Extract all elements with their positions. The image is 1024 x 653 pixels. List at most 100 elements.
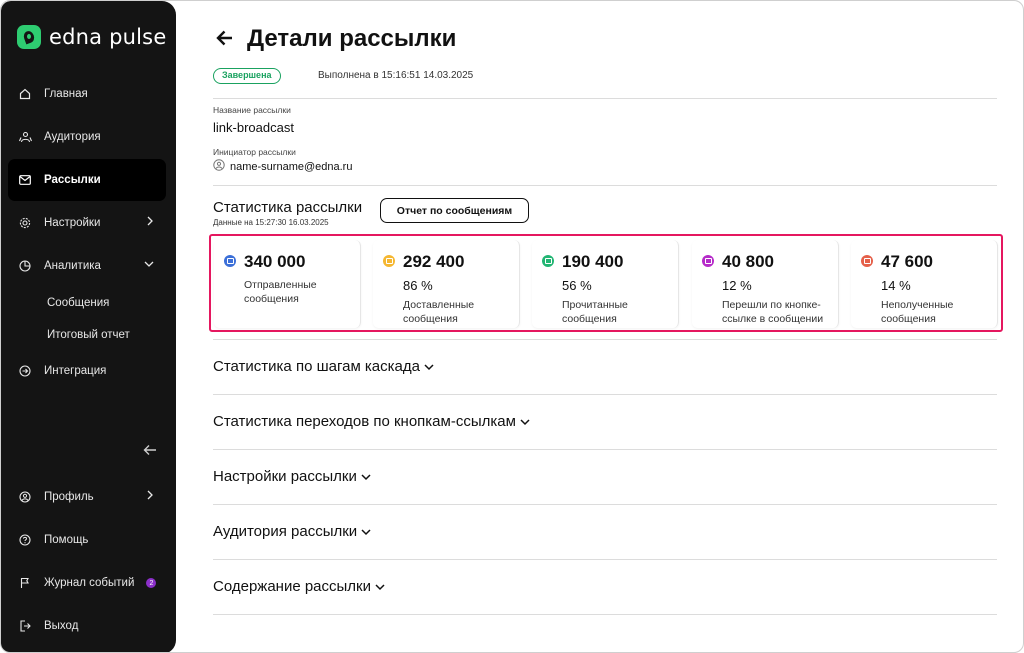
sidebar-item-label: Аналитика — [44, 260, 101, 272]
sidebar-item-broadcasts[interactable]: Рассылки — [8, 159, 166, 201]
stats-title: Статистика рассылки — [213, 199, 363, 216]
divider — [213, 185, 997, 186]
flag-icon — [18, 576, 32, 590]
gear-icon — [18, 216, 32, 230]
user-icon — [18, 490, 32, 504]
sidebar-item-label: Интеграция — [44, 365, 107, 377]
accordion-broadcast-content[interactable]: Содержание рассылки — [213, 578, 385, 595]
broadcast-name-label: Название рассылки — [213, 105, 291, 115]
external-link-icon — [702, 255, 714, 267]
collapse-sidebar-icon[interactable] — [143, 443, 157, 461]
messages-report-button[interactable]: Отчет по сообщениям — [380, 198, 529, 223]
help-icon — [18, 533, 32, 547]
sidebar-item-label: Главная — [44, 88, 88, 100]
stat-card-clicked: 40 800 12 % Перешли по кнопке-ссылке в с… — [692, 240, 839, 328]
sidebar-item-label: Журнал событий — [44, 577, 135, 589]
chevron-down-icon — [520, 413, 530, 430]
chevron-right-icon — [146, 490, 154, 503]
stat-label: Прочитанные сообщения — [562, 299, 628, 325]
accordion-title: Настройки рассылки — [213, 468, 357, 485]
stat-value: 190 400 — [562, 252, 624, 271]
accordion-broadcast-settings[interactable]: Настройки рассылки — [213, 468, 371, 485]
initiator-email: name-surname@edna.ru — [230, 160, 353, 173]
logout-icon — [18, 619, 32, 633]
stat-label: Неполученные сообщения — [881, 299, 954, 325]
sidebar-item-event-log[interactable]: Журнал событий 2 — [8, 562, 166, 604]
stat-value: 47 600 — [881, 252, 933, 271]
stat-card-read: 190 400 56 % Прочитанные сообщения — [532, 240, 679, 328]
stat-card-sent: 340 000 Отправленные сообщения — [214, 240, 361, 328]
status-badge: Завершена — [213, 68, 281, 84]
stat-percent: 14 % — [881, 278, 911, 293]
sidebar-item-settings[interactable]: Настройки — [8, 202, 166, 244]
divider — [213, 394, 997, 395]
user-avatar-icon — [213, 159, 225, 174]
divider — [213, 98, 997, 99]
sidebar-item-label: Выход — [44, 620, 79, 632]
chart-pie-icon — [18, 259, 32, 273]
stat-label: Отправленные сообщения — [244, 279, 317, 305]
sidebar-item-analytics[interactable]: Аналитика — [8, 245, 166, 287]
sidebar-item-profile[interactable]: Профиль — [8, 476, 166, 518]
accordion-broadcast-audience[interactable]: Аудитория рассылки — [213, 523, 371, 540]
execution-time: Выполнена в 15:16:51 14.03.2025 — [318, 70, 474, 81]
mail-icon — [224, 255, 236, 267]
stats-timestamp: Данные на 15:27:30 16.03.2025 — [213, 218, 329, 227]
divider — [213, 449, 997, 450]
stat-value: 292 400 — [403, 252, 465, 271]
logo-icon — [17, 25, 41, 49]
accordion-button-links-stats[interactable]: Статистика переходов по кнопкам-ссылкам — [213, 413, 530, 430]
mail-alert-icon — [861, 255, 873, 267]
logo[interactable]: edna pulse — [17, 25, 166, 49]
accordion-title: Статистика по шагам каскада — [213, 358, 420, 375]
sidebar-item-label: Рассылки — [44, 174, 101, 186]
sidebar-item-logout[interactable]: Выход — [8, 605, 166, 647]
sidebar: edna pulse Главная Аудитория Рассылки На — [1, 1, 176, 652]
accordion-cascade-stats[interactable]: Статистика по шагам каскада — [213, 358, 434, 375]
initiator-label: Инициатор рассылки — [213, 147, 296, 157]
broadcast-name-value: link-broadcast — [213, 120, 294, 135]
chat-icon — [542, 255, 554, 267]
sidebar-subitem-messages[interactable]: Сообщения — [47, 297, 109, 309]
stat-percent: 86 % — [403, 278, 433, 293]
logo-text: edna pulse — [49, 25, 167, 49]
app-window: edna pulse Главная Аудитория Рассылки На — [0, 0, 1024, 653]
page-title: Детали рассылки — [247, 25, 457, 52]
stat-value: 40 800 — [722, 252, 774, 271]
accordion-title: Аудитория рассылки — [213, 523, 358, 540]
sidebar-item-label: Аудитория — [44, 131, 101, 143]
notification-badge: 2 — [146, 578, 157, 588]
stat-percent: 12 % — [722, 278, 752, 293]
sidebar-item-help[interactable]: Помощь — [8, 519, 166, 561]
chevron-down-icon — [375, 578, 385, 595]
stat-value: 340 000 — [244, 252, 306, 271]
chevron-down-icon — [424, 358, 434, 375]
sidebar-item-audience[interactable]: Аудитория — [8, 116, 166, 158]
sidebar-subitem-summary-report[interactable]: Итоговый отчет — [47, 329, 130, 341]
stat-card-undelivered: 47 600 14 % Неполученные сообщения — [851, 240, 998, 328]
stat-label: Перешли по кнопке-ссылке в сообщении — [722, 299, 824, 325]
chevron-down-icon — [361, 468, 371, 485]
sidebar-item-home[interactable]: Главная — [8, 73, 166, 115]
chevron-right-icon — [146, 216, 154, 229]
mail-icon — [18, 173, 32, 187]
home-icon — [18, 87, 32, 101]
back-arrow-icon[interactable] — [216, 29, 234, 52]
accordion-title: Статистика переходов по кнопкам-ссылкам — [213, 413, 516, 430]
integration-icon — [18, 364, 32, 378]
stat-label: Доставленные сообщения — [403, 299, 475, 325]
sidebar-item-label: Профиль — [44, 491, 94, 503]
sidebar-item-integration[interactable]: Интеграция — [8, 350, 166, 392]
divider — [213, 559, 997, 560]
divider — [213, 504, 997, 505]
mail-icon — [383, 255, 395, 267]
audience-icon — [18, 130, 32, 144]
main-content: Детали рассылки Завершена Выполнена в 15… — [176, 1, 1023, 652]
sidebar-item-label: Настройки — [44, 217, 101, 229]
divider — [213, 339, 997, 340]
stat-card-delivered: 292 400 86 % Доставленные сообщения — [373, 240, 520, 328]
accordion-title: Содержание рассылки — [213, 578, 371, 595]
sidebar-item-label: Помощь — [44, 534, 89, 546]
initiator: name-surname@edna.ru — [213, 159, 352, 174]
divider — [213, 614, 997, 615]
